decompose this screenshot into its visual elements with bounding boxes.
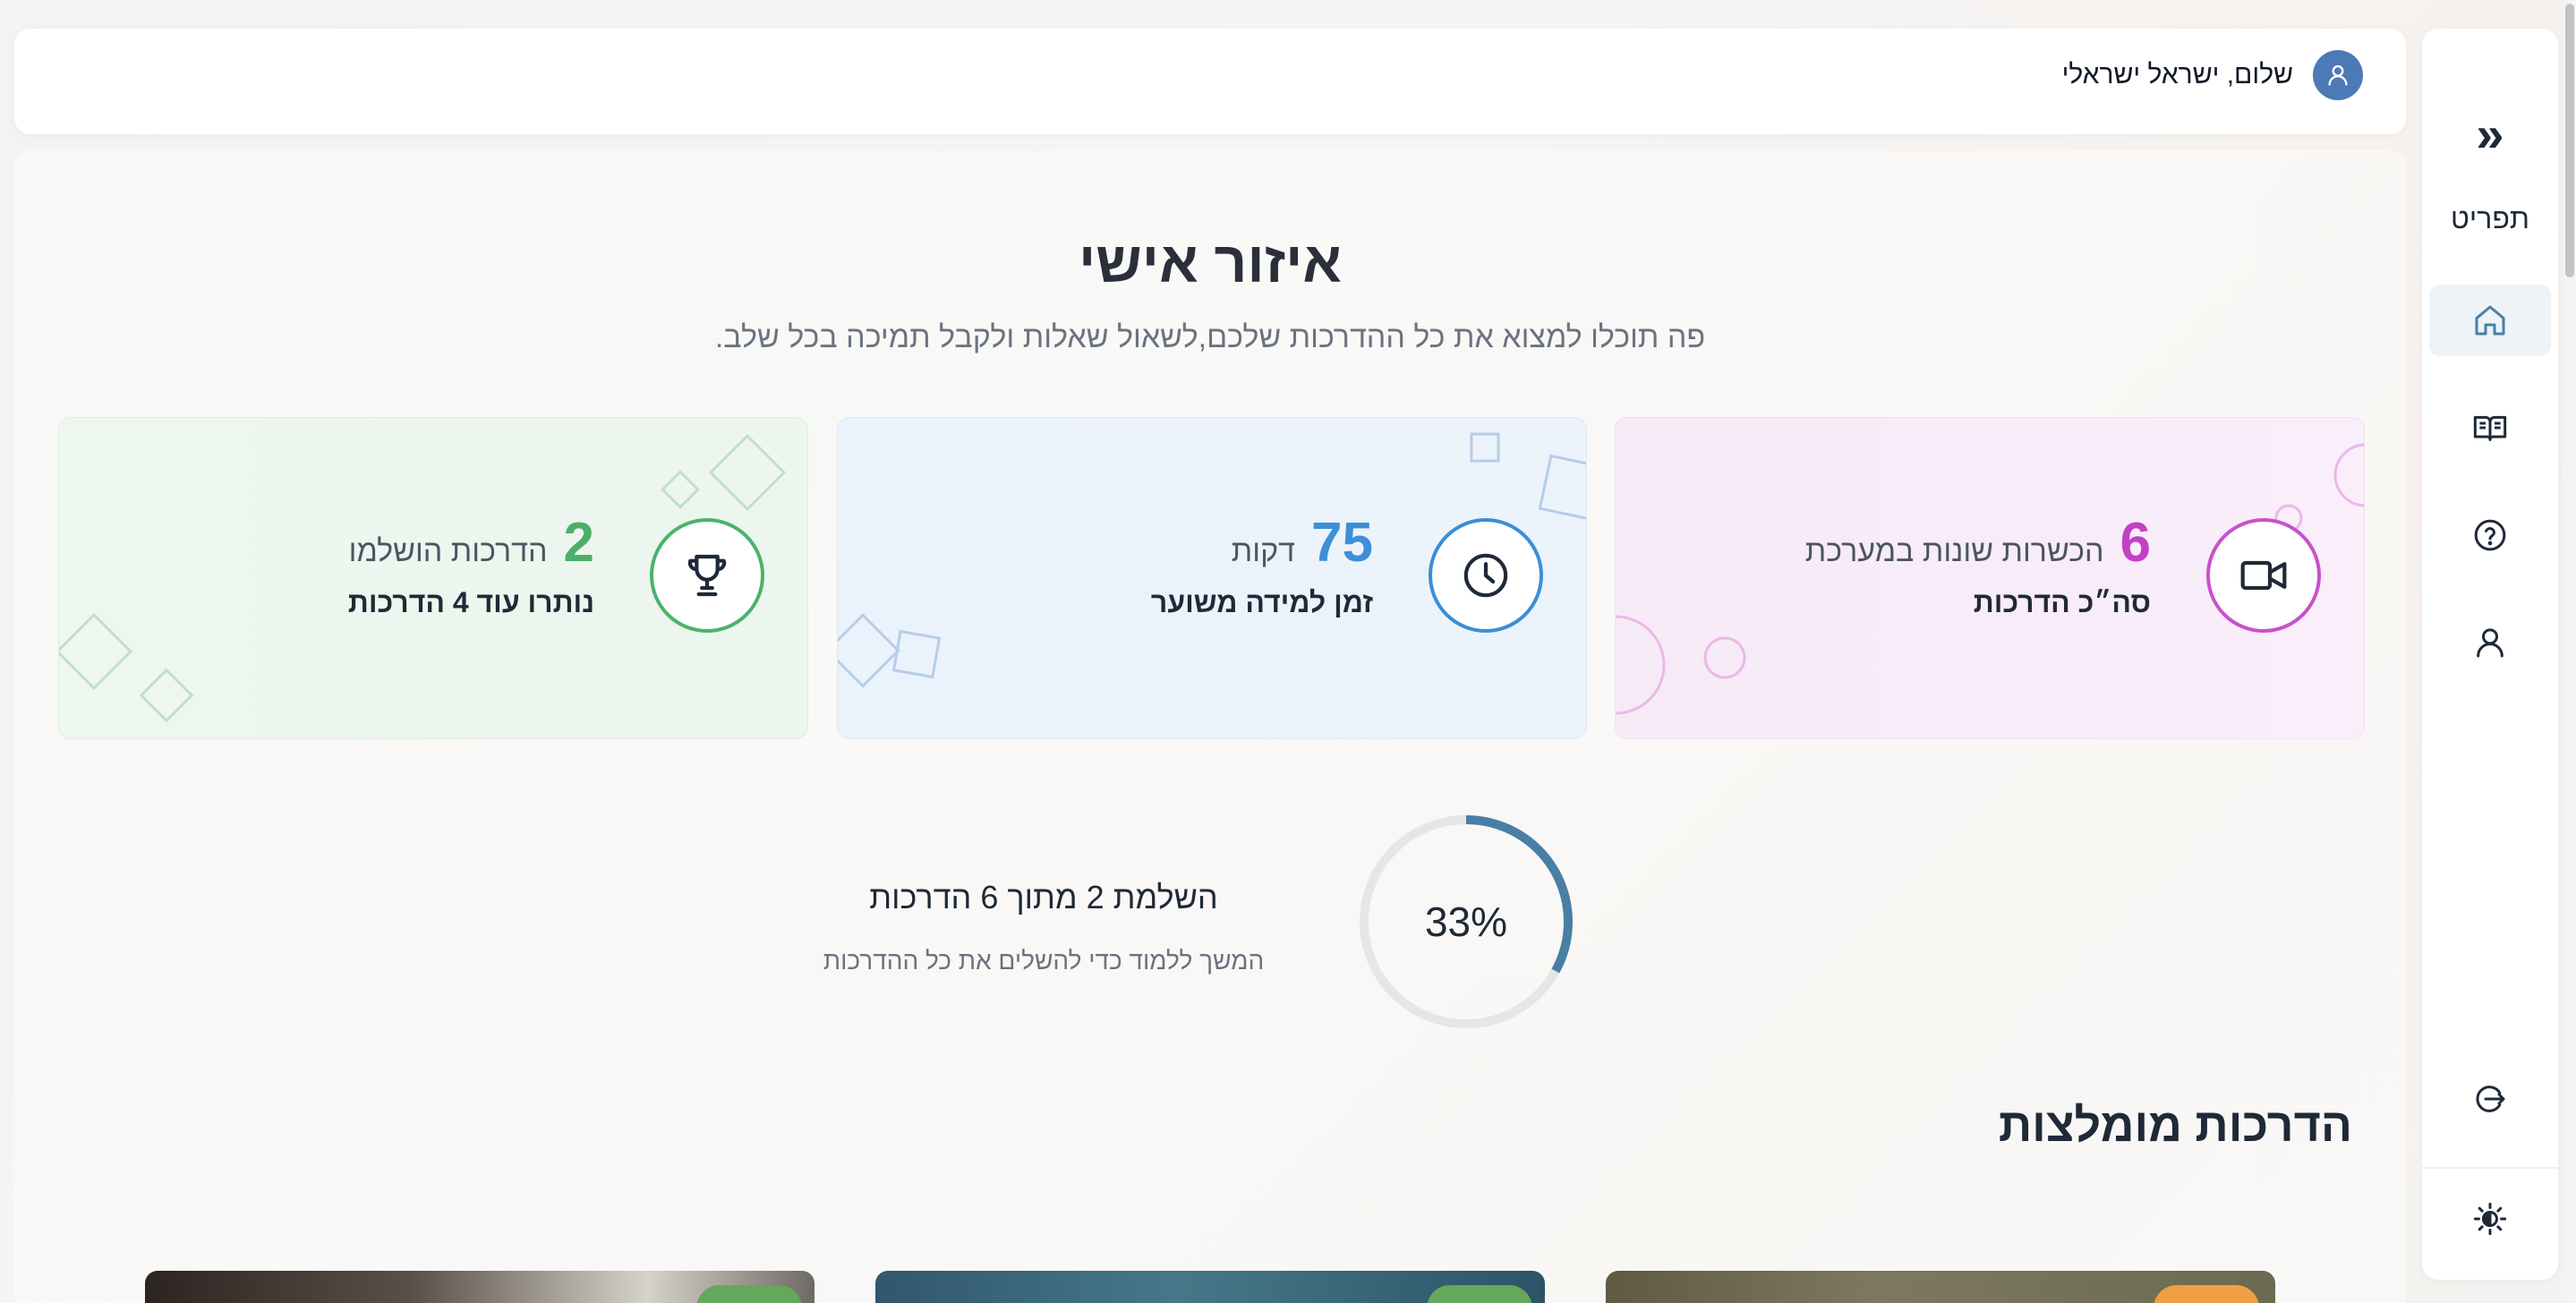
logout-button[interactable] (2429, 1063, 2551, 1135)
recommended-card[interactable] (1606, 1271, 2275, 1303)
question-icon (2474, 519, 2506, 551)
stat-top-line: 75 דקות (1232, 511, 1373, 575)
theme-toggle-icon (2473, 1202, 2507, 1236)
main-panel: איזור אישי פה תוכלו למצוא את כל ההדרכות … (14, 150, 2406, 1303)
page-subtitle: פה תוכלו למצוא את כל ההדרכות שלכם,לשאול … (714, 320, 1706, 354)
trophy-icon (687, 554, 727, 597)
sidebar-divider (2422, 1167, 2558, 1169)
sidebar: « תפריט (2422, 29, 2558, 1280)
sidebar-menu-label: תפריט (2451, 202, 2529, 234)
progress-title: השלמת 2 מתוך 6 הדרכות (869, 879, 1218, 916)
sidebar-collapse-button[interactable]: « (2422, 107, 2558, 161)
stat-top-line: 2 הדרכות הושלמו (349, 511, 594, 575)
sidebar-item-help[interactable] (2429, 499, 2551, 571)
video-camera-icon (2240, 560, 2287, 591)
home-icon (2475, 305, 2505, 336)
stat-caption: נותרו עוד 4 הדרכות (347, 586, 594, 618)
stat-number: 6 (2120, 512, 2151, 574)
user-icon (2477, 628, 2503, 658)
stat-number: 2 (563, 512, 594, 574)
recommended-badge (2154, 1285, 2259, 1303)
recommended-title: הדרכות מומלצות (1998, 1100, 2352, 1152)
stat-icon-circle (2206, 518, 2321, 633)
recommended-badge (1427, 1285, 1532, 1303)
stat-label: הדרכות הושלמו (348, 534, 548, 568)
stat-caption: זמן למידה משוער (1150, 586, 1373, 618)
user-icon (2328, 64, 2348, 86)
progress-percent: 33% (1424, 898, 1508, 945)
sidebar-item-profile[interactable] (2429, 607, 2551, 678)
top-header: שלום, ישראל ישראלי (14, 29, 2406, 134)
logout-icon (2476, 1086, 2505, 1112)
greeting-text: שלום, ישראל ישראלי (2061, 60, 2293, 89)
sidebar-item-home[interactable] (2429, 285, 2551, 356)
stat-top-line: 6 הכשרות שונות במערכת (1805, 511, 2151, 575)
sidebar-item-guides[interactable] (2429, 392, 2551, 464)
user-greeting[interactable]: שלום, ישראל ישראלי (2062, 50, 2363, 100)
recommended-badge (696, 1285, 802, 1303)
stat-label: הכשרות שונות במערכת (1804, 534, 2104, 568)
stat-icon-circle (1429, 518, 1543, 633)
progress-subtitle: המשך ללמוד כדי להשלים את כל ההדרכות (823, 947, 1265, 975)
book-icon (2473, 415, 2507, 441)
avatar[interactable] (2313, 50, 2363, 100)
theme-toggle-button[interactable] (2429, 1183, 2551, 1255)
clock-icon (1463, 553, 1508, 598)
page-title: איזור אישי (1078, 230, 1343, 294)
recommended-card[interactable] (875, 1271, 1545, 1303)
stat-card-learning-time: 75 דקות זמן למידה משוער (837, 417, 1587, 739)
stat-label: דקות (1231, 534, 1296, 568)
stat-card-completed: 2 הדרכות הושלמו נותרו עוד 4 הדרכות (58, 417, 808, 739)
stat-number: 75 (1311, 512, 1373, 574)
recommended-card[interactable] (145, 1271, 815, 1303)
stat-card-total-trainings: 6 הכשרות שונות במערכת סה״כ הדרכות (1615, 417, 2365, 739)
stat-icon-circle (650, 518, 764, 633)
stat-caption: סה״כ הדרכות (1973, 586, 2151, 618)
page-scrollbar-thumb[interactable] (2565, 4, 2574, 277)
